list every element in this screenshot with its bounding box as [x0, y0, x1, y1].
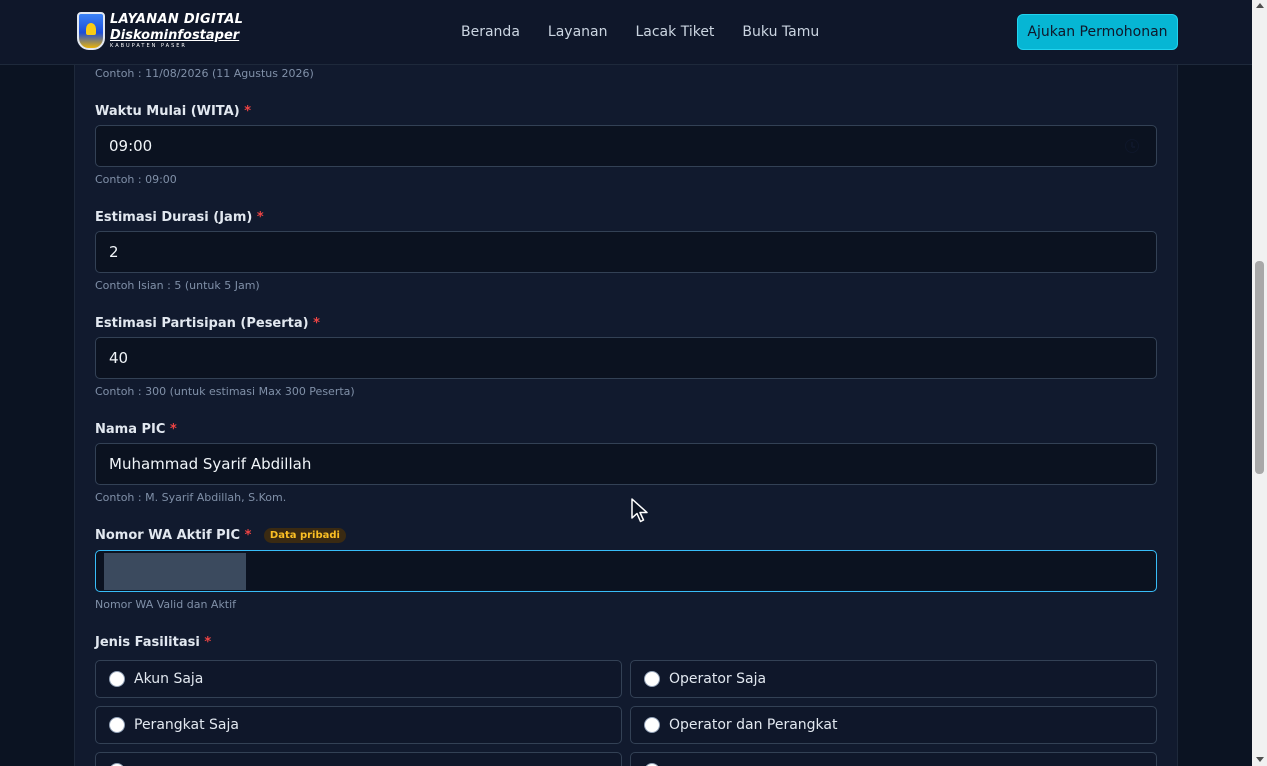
facility-option-operator-saja[interactable]: Operator Saja [630, 660, 1157, 698]
start-time-label-text: Waktu Mulai (WITA) [95, 104, 240, 119]
facility-option-akun-saja[interactable]: Akun Saja [95, 660, 622, 698]
nav-links: Beranda Layanan Lacak Tiket Buku Tamu [461, 24, 847, 40]
start-time-label: Waktu Mulai (WITA) * [95, 104, 251, 119]
facility-option-operator-dan-perangkat[interactable]: Operator dan Perangkat [630, 706, 1157, 744]
duration-label: Estimasi Durasi (Jam) * [95, 210, 264, 225]
required-marker: * [313, 316, 320, 331]
start-time-value: 09:00 [109, 137, 153, 155]
radio-button[interactable] [109, 717, 125, 733]
clock-icon[interactable] [1125, 139, 1139, 153]
radio-button[interactable] [109, 671, 125, 687]
logo-region: KABUPATEN PASER [110, 43, 187, 49]
logo-text: LAYANAN DIGITAL Diskominfostaper KABUPAT… [110, 13, 243, 49]
logo-subtitle: Diskominfostaper [110, 28, 240, 43]
participants-label-text: Estimasi Partisipan (Peserta) [95, 316, 309, 331]
pic-wa-input[interactable] [95, 550, 1157, 592]
nav-link-layanan[interactable]: Layanan [548, 24, 608, 40]
scroll-up-arrow-icon[interactable] [1256, 3, 1264, 8]
radio-button[interactable] [644, 671, 660, 687]
facility-option-label: Operator Saja [669, 671, 767, 687]
pic-name-input[interactable]: Muhammad Syarif Abdillah [95, 443, 1157, 485]
scroll-down-arrow-icon[interactable] [1256, 757, 1264, 762]
pic-wa-hint: Nomor WA Valid dan Aktif [95, 598, 237, 611]
facility-option-partial[interactable] [630, 752, 1157, 766]
required-marker: * [169, 422, 177, 437]
pic-name-hint: Contoh : M. Syarif Abdillah, S.Kom. [95, 491, 287, 504]
nav-link-beranda[interactable]: Beranda [461, 24, 520, 40]
facility-label: Jenis Fasilitasi * [95, 635, 211, 650]
duration-hint: Contoh Isian : 5 (untuk 5 Jam) [95, 279, 260, 292]
start-time-input[interactable]: 09:00 [95, 125, 1157, 167]
date-hint: Contoh : 11/08/2026 (11 Agustus 2026) [95, 67, 314, 80]
required-marker: * [244, 104, 252, 119]
page-scrollbar[interactable] [1252, 0, 1267, 766]
duration-value: 2 [109, 243, 119, 261]
facility-label-text: Jenis Fasilitasi [95, 635, 200, 650]
redacted-selection [104, 553, 246, 590]
nav-link-buku-tamu[interactable]: Buku Tamu [742, 24, 819, 40]
top-navbar: LAYANAN DIGITAL Diskominfostaper KABUPAT… [0, 0, 1252, 65]
participants-label: Estimasi Partisipan (Peserta) * [95, 316, 320, 331]
facility-option-perangkat-saja[interactable]: Perangkat Saja [95, 706, 622, 744]
required-marker: * [244, 528, 252, 543]
nav-link-lacak-tiket[interactable]: Lacak Tiket [635, 24, 714, 40]
required-marker: * [256, 210, 264, 225]
participants-hint: Contoh : 300 (untuk estimasi Max 300 Pes… [95, 385, 355, 398]
pic-wa-label: Nomor WA Aktif PIC * Data pribadi [95, 528, 346, 543]
facility-option-label: Operator dan Perangkat [669, 717, 838, 733]
scrollbar-thumb[interactable] [1255, 261, 1264, 474]
radio-button[interactable] [644, 717, 660, 733]
site-logo[interactable]: LAYANAN DIGITAL Diskominfostaper KABUPAT… [77, 11, 243, 51]
logo-title: LAYANAN DIGITAL [110, 12, 244, 27]
pic-wa-label-text: Nomor WA Aktif PIC [95, 528, 241, 543]
participants-input[interactable]: 40 [95, 337, 1157, 379]
participants-value: 40 [109, 349, 129, 367]
required-marker: * [204, 635, 212, 650]
facility-option-label: Akun Saja [134, 671, 204, 687]
mouse-cursor-icon [631, 498, 648, 523]
duration-input[interactable]: 2 [95, 231, 1157, 273]
pic-name-value: Muhammad Syarif Abdillah [109, 455, 312, 473]
facility-option-partial[interactable] [95, 752, 622, 766]
pic-name-label: Nama PIC * [95, 422, 177, 437]
facility-option-label: Perangkat Saja [134, 717, 239, 733]
paser-emblem-icon [77, 12, 105, 50]
start-time-hint: Contoh : 09:00 [95, 173, 177, 186]
duration-label-text: Estimasi Durasi (Jam) [95, 210, 253, 225]
private-data-badge: Data pribadi [263, 528, 346, 543]
pic-name-label-text: Nama PIC [95, 422, 166, 437]
submit-request-button[interactable]: Ajukan Permohonan [1017, 14, 1178, 50]
